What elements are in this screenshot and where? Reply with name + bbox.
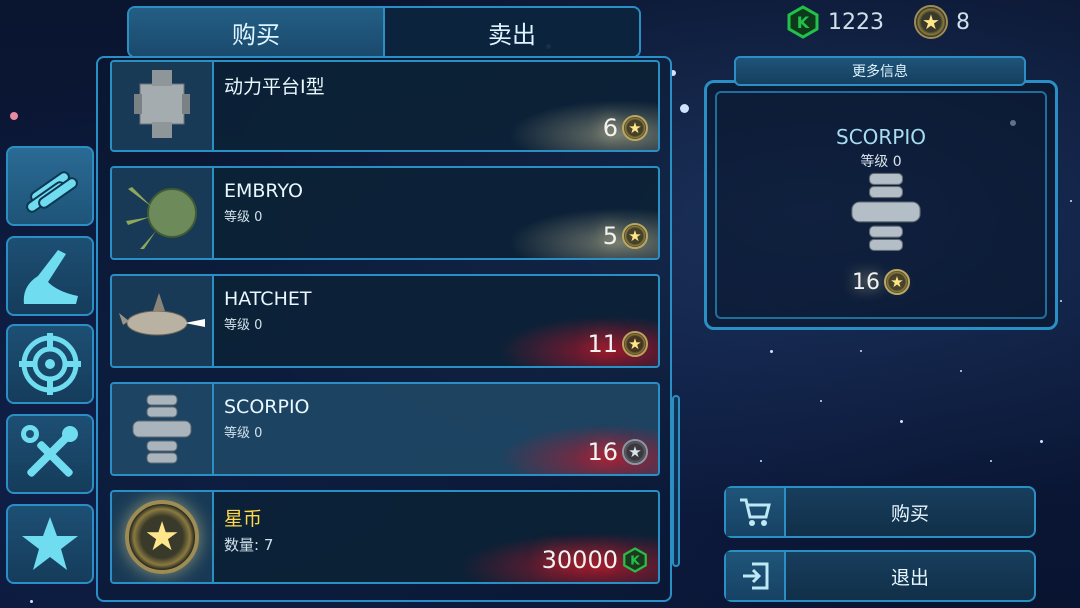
exit-icon [743,562,769,590]
item-name: HATCHET [224,288,312,310]
item-price: 30000 K [542,546,648,574]
star-count: 8 [956,9,970,35]
list-item[interactable]: SCORPIO 等级 0 16 ★ [110,382,660,476]
category-tools-button[interactable] [6,414,94,494]
item-thumbnail: ★ [112,492,214,582]
exit-icon-box [726,552,786,600]
star-coin-icon: ★ [622,439,648,465]
buy-button[interactable]: 购买 [724,486,1036,538]
list-item[interactable]: EMBRYO 等级 0 5 ★ [110,166,660,260]
buy-sell-tabs: 购买 卖出 [127,6,641,58]
gem-icon: K [787,5,819,39]
item-quantity: 数量: 7 [224,536,274,554]
exit-button[interactable]: 退出 [724,550,1036,602]
item-price: 5 ★ [603,222,648,250]
cart-icon-box [726,488,786,536]
info-item-name: SCORPIO [836,125,926,149]
gem-balance: K 1223 [786,4,884,40]
scorpio-ship-icon [132,394,192,464]
gem-icon: K [623,547,647,573]
tab-sell[interactable]: 卖出 [385,8,639,56]
item-info-inner: SCORPIO 等级 0 16 ★ [715,91,1047,319]
tools-icon [21,425,78,477]
item-price-value: 11 [587,330,618,358]
list-scrollbar[interactable] [672,395,680,567]
target-icon [19,333,81,395]
buy-button-label: 购买 [890,502,929,525]
star-icon [22,517,78,570]
item-price: 11 ★ [587,330,648,358]
item-price-value: 16 [587,438,618,466]
star-coin-icon: ★ [622,115,648,141]
item-level: 等级 0 [224,426,263,441]
svg-text:K: K [797,13,810,32]
item-thumbnail [112,384,214,474]
item-price: 6 ★ [603,114,648,142]
scorpio-ship-preview [851,172,921,251]
item-name: 星币 [224,508,263,530]
info-item-price: 16 ★ [717,269,1045,295]
embryo-ship-icon [126,187,197,249]
star-coin-icon: ★ [622,331,648,357]
item-price-value: 6 [602,114,618,142]
star-coin-icon: ★ [125,500,199,574]
hull-icon [23,250,78,304]
item-level: 等级 0 [224,318,263,333]
list-item[interactable]: HATCHET 等级 0 11 ★ [110,274,660,368]
category-weapons-button[interactable] [6,324,94,404]
category-parts-button[interactable] [6,146,94,226]
power-platform-icon [134,70,190,138]
star-balance: ★ 8 [914,4,970,40]
category-hull-button[interactable] [6,236,94,316]
item-info-panel: SCORPIO 等级 0 16 ★ [704,80,1058,330]
gem-count: 1223 [828,9,884,35]
svg-text:K: K [630,554,640,568]
list-item[interactable]: ★ 星币 数量: 7 30000 K [110,490,660,584]
info-item-level: 等级 0 [860,154,902,170]
info-price-value: 16 [852,269,880,295]
item-thumbnail [112,276,214,366]
category-special-button[interactable] [6,504,94,584]
item-thumbnail [112,62,214,150]
star-coin-icon: ★ [622,223,648,249]
cart-icon [740,498,771,526]
item-name: SCORPIO [224,396,310,418]
hatchet-ship-icon [119,293,205,336]
star-coin-icon: ★ [914,5,948,39]
list-item[interactable]: 动力平台I型 6 ★ [110,60,660,152]
parts-icon [26,171,78,213]
tab-buy[interactable]: 购买 [129,8,385,56]
item-price-value: 5 [602,222,618,250]
item-level: 等级 0 [224,210,263,225]
item-name: EMBRYO [224,180,303,202]
star-coin-icon: ★ [884,269,910,295]
exit-button-label: 退出 [890,566,929,589]
item-price: 16 ★ [587,438,648,466]
item-price-value: 30000 [541,546,618,574]
item-thumbnail [112,168,214,258]
more-info-tab[interactable]: 更多信息 [734,56,1026,86]
item-name: 动力平台I型 [224,76,325,98]
